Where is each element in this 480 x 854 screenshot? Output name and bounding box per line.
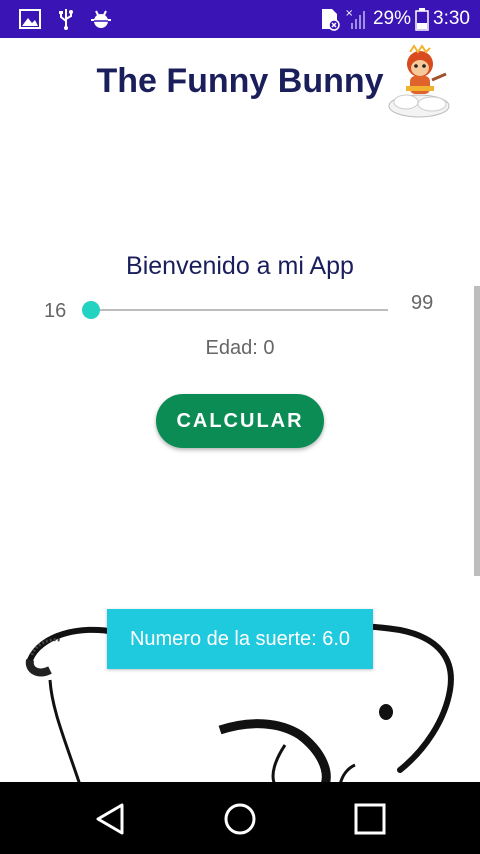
image-icon	[19, 9, 41, 29]
battery-percent: 29%	[372, 8, 412, 29]
back-icon[interactable]	[90, 799, 130, 839]
monkey-on-cloud-icon	[388, 44, 450, 118]
age-slider-thumb[interactable]	[82, 301, 100, 319]
slider-min-label: 16	[44, 300, 67, 322]
android-debug-icon	[91, 10, 111, 28]
status-right-group: × 29% 3:30	[319, 0, 480, 38]
usb-icon	[59, 9, 73, 30]
svg-text:×: ×	[345, 8, 353, 19]
page-title: The Funny Bunny	[96, 62, 384, 100]
app-screen: × 29% 3:30 The Funny Bunny Bienvenido a …	[0, 0, 480, 854]
clock: 3:30	[433, 8, 470, 29]
signal-icon: ×	[345, 8, 365, 29]
calculate-button[interactable]: CALCULAR	[156, 394, 324, 448]
no-sim-icon	[321, 9, 340, 31]
home-icon[interactable]	[220, 799, 260, 839]
battery-icon	[415, 8, 429, 31]
welcome-text: Bienvenido a mi App	[126, 252, 354, 280]
age-slider-track[interactable]	[91, 309, 388, 311]
status-bar: × 29% 3:30	[0, 0, 480, 38]
slider-max-label: 99	[411, 292, 434, 314]
lucky-number-toast: Numero de la suerte: 6.0	[107, 609, 373, 669]
navigation-bar	[0, 782, 480, 854]
scrollbar[interactable]	[474, 286, 480, 576]
recent-apps-icon[interactable]	[350, 799, 390, 839]
age-value-text: Edad: 0	[205, 337, 275, 359]
